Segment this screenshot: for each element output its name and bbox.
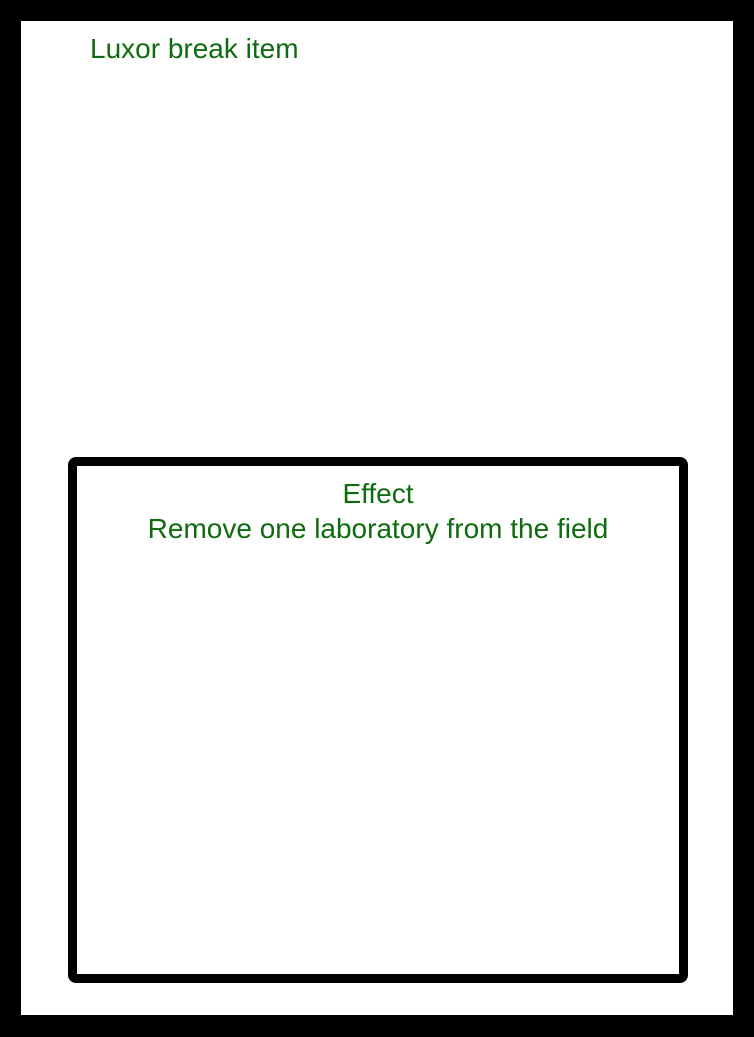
effect-box: Effect Remove one laboratory from the fi… bbox=[68, 457, 688, 983]
card-title: Luxor break item bbox=[90, 33, 299, 64]
card-face: Luxor break item Effect Remove one labor… bbox=[21, 21, 733, 1015]
effect-heading: Effect bbox=[342, 478, 414, 509]
effect-text: Remove one laboratory from the field bbox=[147, 513, 609, 544]
